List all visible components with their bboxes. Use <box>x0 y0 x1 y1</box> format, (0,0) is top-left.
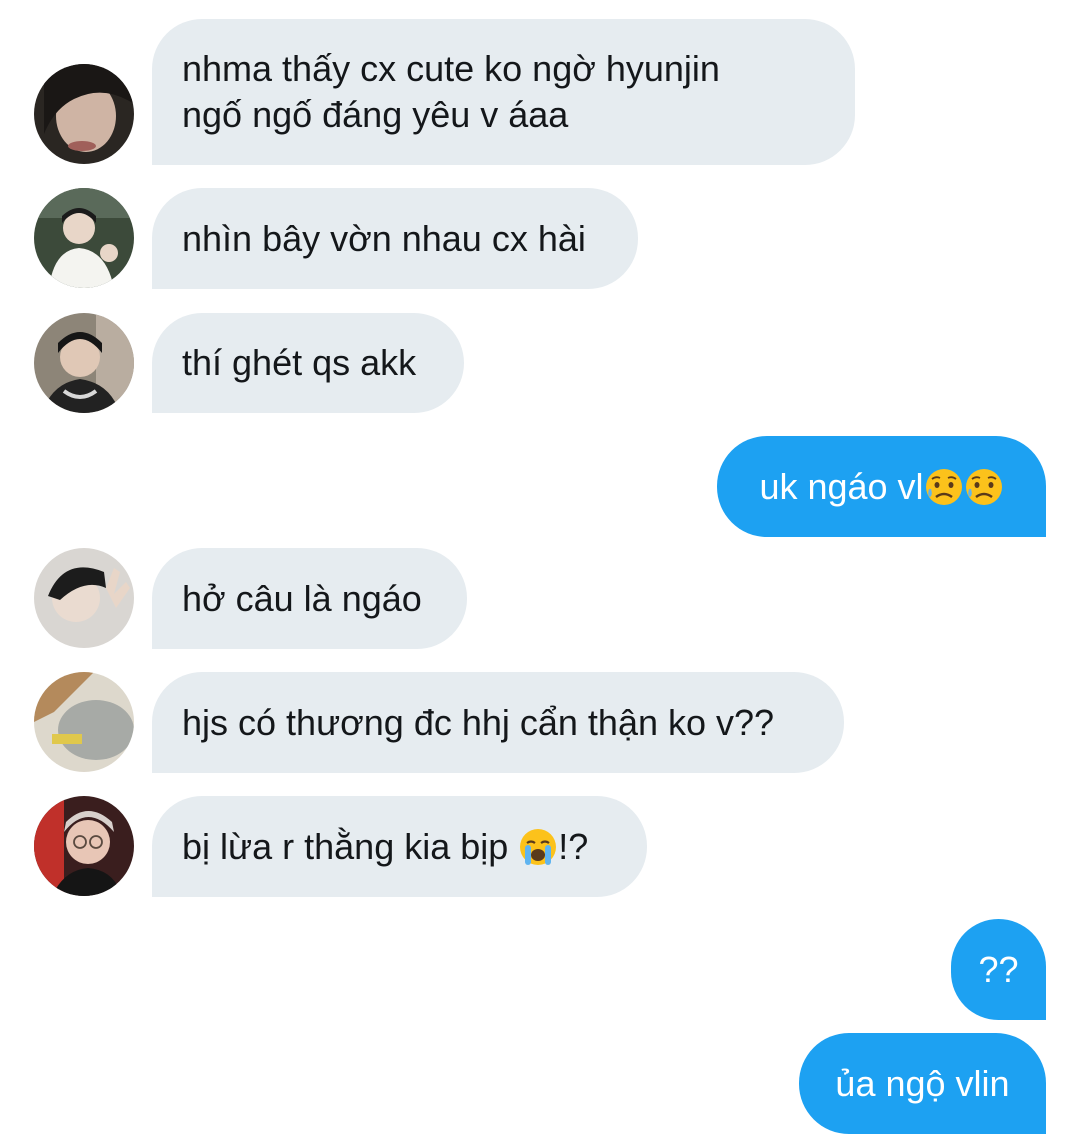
message-text: !? <box>558 825 589 867</box>
message-text: bị lừa r thằng kia bịp <box>182 825 519 867</box>
loudly-crying-emoji-icon <box>518 827 558 867</box>
message-bubble: nhma thấy cx cute ko ngờ hyunjin ngố ngố… <box>152 19 855 165</box>
user-avatar-1-icon <box>34 64 134 164</box>
avatar[interactable] <box>34 796 134 896</box>
user-avatar-3-icon <box>34 313 134 413</box>
avatar[interactable] <box>34 188 134 288</box>
user-avatar-2-icon <box>34 188 134 288</box>
message-bubble: nhìn bây vờn nhau cx hài <box>152 188 638 289</box>
message-text: thí ghét qs akk <box>182 342 417 383</box>
avatar[interactable] <box>34 313 134 413</box>
user-avatar-6-icon <box>34 796 134 896</box>
message-text: nhma thấy cx cute ko ngờ hyunjin <box>182 48 720 89</box>
message-text: ?? <box>978 948 1019 990</box>
user-avatar-4-icon <box>34 548 134 648</box>
message-bubble-outgoing: uk ngáo vl <box>717 436 1046 537</box>
sad-sweat-emoji-icon <box>964 467 1004 507</box>
message-bubble: hở câu là ngáo <box>152 548 467 649</box>
message-text: hở câu là ngáo <box>182 577 422 619</box>
message-text: hjs có thương đc hhj cẩn thận ko v?? <box>182 701 775 743</box>
message-text: ngố ngố đáng yêu v áaa <box>182 94 569 135</box>
sad-sweat-emoji-icon <box>924 467 964 507</box>
message-text: ủa ngộ vlin <box>835 1062 1010 1104</box>
user-avatar-5-icon <box>34 672 134 772</box>
avatar[interactable] <box>34 672 134 772</box>
message-bubble: bị lừa r thằng kia bịp !? <box>152 796 647 897</box>
avatar[interactable] <box>34 64 134 164</box>
avatar[interactable] <box>34 548 134 648</box>
message-bubble: thí ghét qs akk <box>152 313 464 413</box>
message-bubble: hjs có thương đc hhj cẩn thận ko v?? <box>152 672 844 773</box>
message-text: uk ngáo vl <box>759 465 924 507</box>
message-bubble-outgoing: ủa ngộ vlin <box>799 1033 1046 1134</box>
message-text: nhìn bây vờn nhau cx hài <box>182 217 586 259</box>
message-bubble-outgoing: ?? <box>951 919 1046 1020</box>
